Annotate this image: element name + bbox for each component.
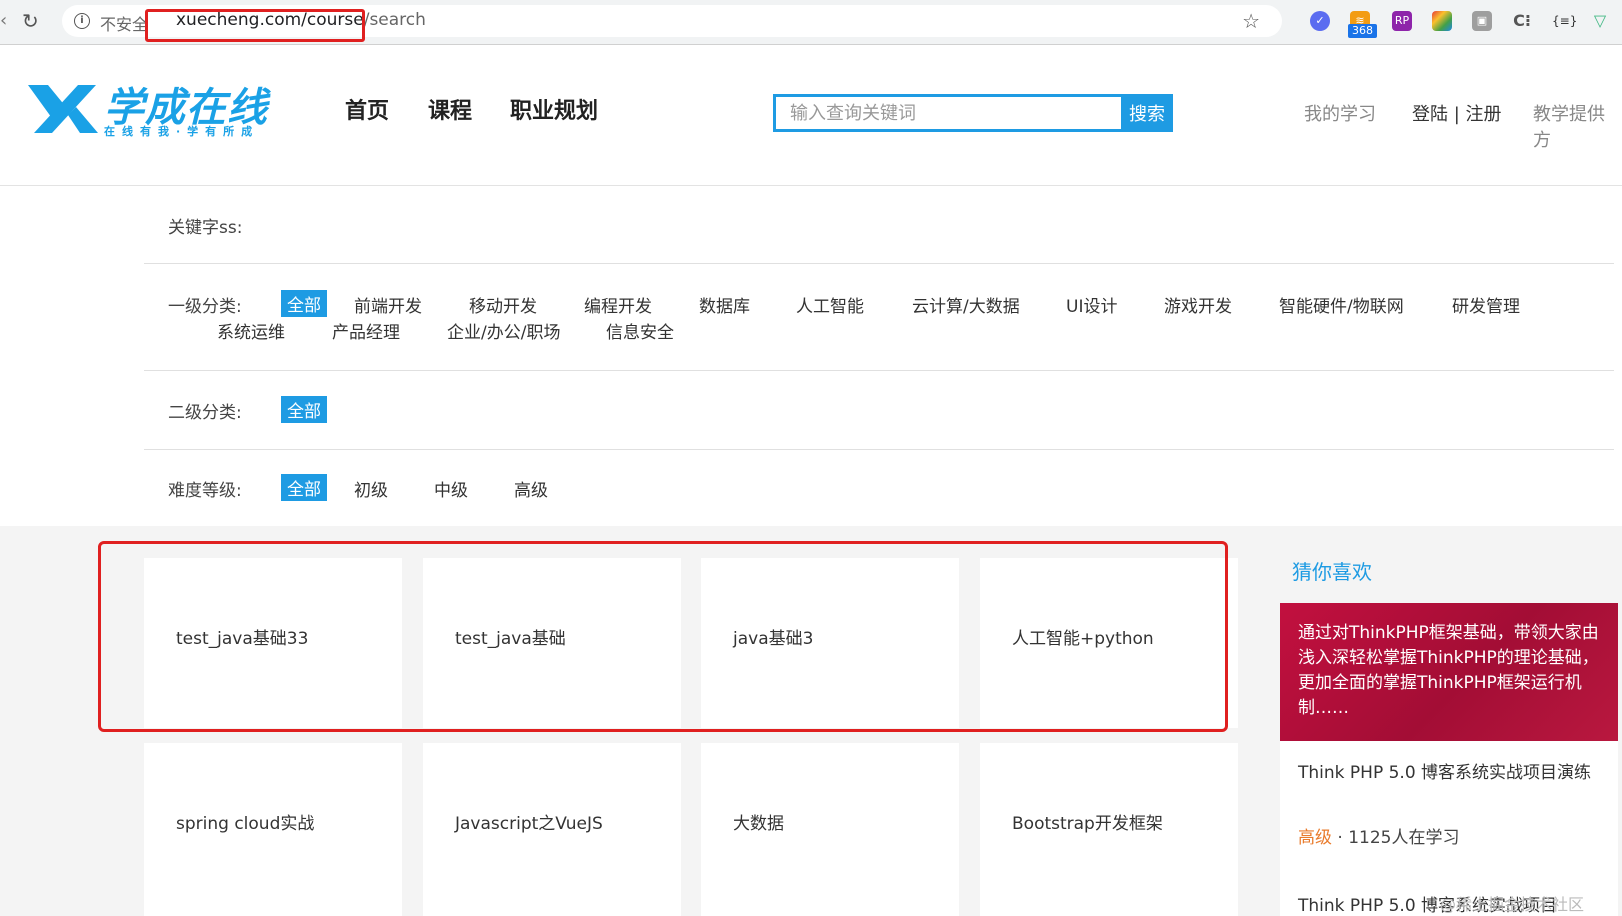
recommend-item-name[interactable]: Think PHP 5.0 博客系统实战项目演练 [1298, 761, 1598, 786]
nav-courses[interactable]: 课程 [428, 93, 472, 125]
difficulty-filter-row: 难度等级: 全部 初级 中级 高级 [144, 450, 1614, 526]
level1-tag[interactable]: 信息安全 [606, 318, 674, 343]
level1-tag[interactable]: 编程开发 [584, 292, 652, 317]
level1-tag[interactable]: 游戏开发 [1164, 292, 1232, 317]
extension-vue-icon[interactable]: ▽ [1590, 11, 1610, 31]
course-title: test_java基础 [455, 629, 566, 649]
difficulty-tag-beginner[interactable]: 初级 [354, 476, 388, 501]
level1-tag-all[interactable]: 全部 [281, 290, 327, 317]
level1-tag[interactable]: 企业/办公/职场 [447, 318, 560, 343]
recommend-item-learners: 1125人在学习 [1348, 828, 1460, 848]
back-icon[interactable]: ‹ [0, 10, 7, 31]
level1-tag[interactable]: 产品经理 [332, 318, 400, 343]
course-title: Bootstrap开发框架 [1012, 814, 1163, 834]
url-path: /search [363, 10, 426, 30]
course-card[interactable]: test_java基础33 [144, 558, 402, 728]
my-learning-link[interactable]: 我的学习 [1304, 100, 1376, 126]
difficulty-tag-intermediate[interactable]: 中级 [434, 476, 468, 501]
level1-tag[interactable]: 系统运维 [217, 318, 285, 343]
course-title: spring cloud实战 [176, 814, 315, 834]
extension-check-icon[interactable]: ✓ [1310, 11, 1330, 31]
level1-tag[interactable]: 移动开发 [469, 292, 537, 317]
watermark: @稀土掘金技术社区 [1440, 895, 1585, 914]
site-header: 学成在线 在线有我·学有所成 首页 课程 职业规划 搜索 我的学习 登陆 | 注… [0, 45, 1622, 186]
difficulty-tag-advanced[interactable]: 高级 [514, 476, 548, 501]
login-register-link[interactable]: 登陆 | 注册 [1412, 100, 1502, 126]
level1-tag[interactable]: 人工智能 [796, 292, 864, 317]
keyword-filter-row: 关键字ss: [144, 186, 1614, 264]
level1-tag[interactable]: 前端开发 [354, 292, 422, 317]
level1-tag[interactable]: UI设计 [1066, 292, 1117, 317]
level1-label: 一级分类: [168, 297, 242, 317]
recommend-item-level: 高级 [1298, 828, 1332, 848]
logo-icon[interactable] [24, 81, 100, 137]
insecure-label: 不安全 [100, 15, 149, 34]
recommend-title: 猜你喜欢 [1292, 560, 1372, 584]
course-card[interactable]: 人工智能+python [980, 558, 1238, 728]
difficulty-label: 难度等级: [168, 481, 242, 501]
nav-career[interactable]: 职业规划 [510, 93, 598, 125]
course-title: 人工智能+python [1012, 629, 1154, 649]
level2-tag-all[interactable]: 全部 [281, 396, 327, 423]
keyword-label: 关键字ss: [168, 218, 243, 238]
extension-json-icon[interactable]: {≡} [1552, 11, 1577, 31]
search-input[interactable] [773, 94, 1123, 132]
course-card[interactable]: Bootstrap开发框架 [980, 743, 1238, 916]
course-title: Javascript之VueJS [455, 814, 603, 834]
level1-tag[interactable]: 云计算/大数据 [912, 292, 1020, 317]
course-card[interactable]: java基础3 [701, 558, 959, 728]
extension-c-icon[interactable]: C⁝ [1512, 11, 1532, 31]
extension-rp-icon[interactable]: RP [1392, 11, 1412, 31]
course-card[interactable]: Javascript之VueJS [423, 743, 681, 916]
recommend-banner-text: 通过对ThinkPHP框架基础，带领大家由浅入深轻松掌握ThinkPHP的理论基… [1298, 623, 1599, 718]
url-highlight-box [145, 9, 365, 42]
course-title: test_java基础33 [176, 629, 309, 649]
recommend-item-meta: 高级 · 1125人在学习 [1298, 828, 1460, 848]
extension-image-icon[interactable]: ▣ [1472, 11, 1492, 31]
level1-tag[interactable]: 智能硬件/物联网 [1279, 292, 1404, 317]
level2-label: 二级分类: [168, 403, 242, 423]
extension-color-icon[interactable] [1432, 11, 1452, 31]
course-card[interactable]: spring cloud实战 [144, 743, 402, 916]
bookmark-star-icon[interactable]: ☆ [1242, 9, 1260, 33]
nav-home[interactable]: 首页 [345, 93, 389, 125]
info-icon[interactable]: i [74, 13, 90, 29]
logo-slogan: 在线有我·学有所成 [104, 125, 260, 138]
level1-tag[interactable]: 研发管理 [1452, 292, 1520, 317]
difficulty-tag-all[interactable]: 全部 [281, 474, 327, 501]
course-card[interactable]: test_java基础 [423, 558, 681, 728]
reload-icon[interactable]: ↻ [22, 9, 39, 33]
extension-badge: 368 [1348, 24, 1377, 38]
course-title: java基础3 [733, 629, 814, 649]
teaching-provider-link[interactable]: 教学提供方 [1533, 100, 1622, 152]
level2-filter-row: 二级分类: 全部 [144, 371, 1614, 450]
recommend-banner[interactable]: 通过对ThinkPHP框架基础，带领大家由浅入深轻松掌握ThinkPHP的理论基… [1280, 603, 1618, 741]
search-button[interactable]: 搜索 [1121, 94, 1173, 132]
course-title: 大数据 [733, 814, 784, 834]
level1-tag[interactable]: 数据库 [699, 292, 750, 317]
course-card[interactable]: 大数据 [701, 743, 959, 916]
level1-filter-row: 一级分类: 全部 前端开发 移动开发 编程开发 数据库 人工智能 云计算/大数据… [144, 264, 1614, 371]
recommend-item[interactable]: Think PHP 5.0 博客系统实战项目演练 高级 · 1125人在学习 T… [1280, 741, 1618, 916]
